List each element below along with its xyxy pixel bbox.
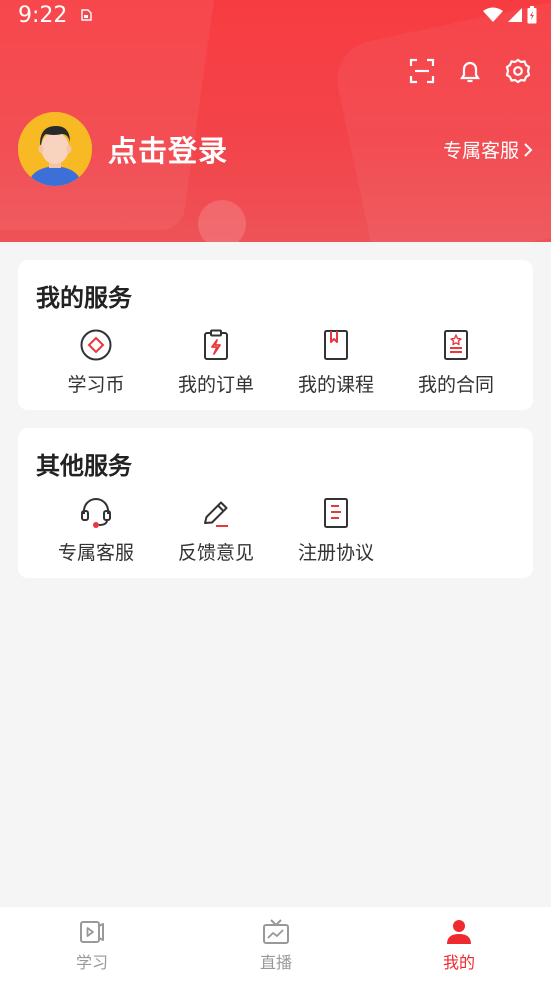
signal-icon	[508, 8, 522, 22]
header-actions	[409, 58, 531, 84]
service-item-customer-service[interactable]: 专属客服	[36, 496, 156, 565]
tab-label: 学习	[75, 953, 108, 972]
service-item-coins[interactable]: 学习币	[36, 328, 156, 397]
contract-icon	[444, 330, 468, 360]
bottom-tab-bar: 学习 直播 我的	[0, 907, 551, 981]
my-services-card: 我的服务 学习币 我的订单 我的课程 我的合同	[18, 260, 533, 410]
my-services-title: 我的服务	[36, 284, 132, 312]
service-item-label: 我的课程	[297, 374, 374, 396]
avatar[interactable]	[18, 112, 92, 186]
bell-icon	[459, 61, 481, 83]
chevron-right-icon	[524, 142, 533, 157]
service-item-label: 我的合同	[417, 374, 494, 396]
coin-icon	[80, 329, 112, 361]
service-item-orders[interactable]: 我的订单	[156, 328, 276, 397]
default-avatar-icon	[18, 112, 92, 186]
tv-live-icon	[263, 919, 289, 944]
service-item-contracts[interactable]: 我的合同	[396, 328, 516, 397]
login-prompt[interactable]: 点击登录	[108, 128, 228, 170]
headset-icon	[81, 498, 111, 528]
service-item-label: 注册协议	[297, 542, 374, 564]
other-services-title: 其他服务	[36, 452, 132, 480]
wifi-icon	[483, 7, 503, 22]
battery-icon	[527, 6, 537, 24]
tab-label: 直播	[259, 953, 292, 972]
header-decoration-circle	[198, 200, 246, 242]
agreement-doc-icon	[324, 498, 348, 528]
tab-study[interactable]: 学习	[32, 917, 152, 973]
service-item-courses[interactable]: 我的课程	[276, 328, 396, 397]
tab-mine[interactable]: 我的	[399, 917, 519, 973]
service-item-agreement[interactable]: 注册协议	[276, 496, 396, 565]
order-clipboard-icon	[204, 329, 228, 360]
notification-button[interactable]	[457, 58, 483, 84]
gear-icon	[505, 58, 531, 84]
customer-service-link[interactable]: 专属客服	[443, 136, 533, 163]
sim-icon	[81, 9, 92, 21]
course-book-icon	[324, 330, 348, 360]
settings-button[interactable]	[505, 58, 531, 84]
play-video-icon	[80, 921, 104, 943]
header-decoration	[329, 0, 551, 242]
service-item-feedback[interactable]: 反馈意见	[156, 496, 276, 565]
status-bar: 9:22	[0, 0, 551, 34]
scan-icon	[409, 58, 435, 84]
pencil-icon	[204, 501, 228, 527]
person-icon	[447, 920, 471, 944]
service-item-label: 学习币	[67, 374, 125, 396]
scan-button[interactable]	[409, 58, 435, 84]
status-time: 9:22	[18, 3, 68, 28]
customer-service-label: 专属客服	[442, 140, 519, 162]
profile-header: 9:22 点击登录 专属客服	[0, 0, 551, 242]
header-decoration	[0, 0, 219, 230]
service-item-label: 反馈意见	[177, 542, 254, 564]
tab-label: 我的	[442, 953, 475, 972]
status-indicators	[483, 6, 537, 24]
service-item-label: 我的订单	[177, 374, 254, 396]
service-item-label: 专属客服	[57, 542, 134, 564]
other-services-card: 其他服务 专属客服 反馈意见 注册协议	[18, 428, 533, 578]
tab-live[interactable]: 直播	[216, 917, 336, 973]
